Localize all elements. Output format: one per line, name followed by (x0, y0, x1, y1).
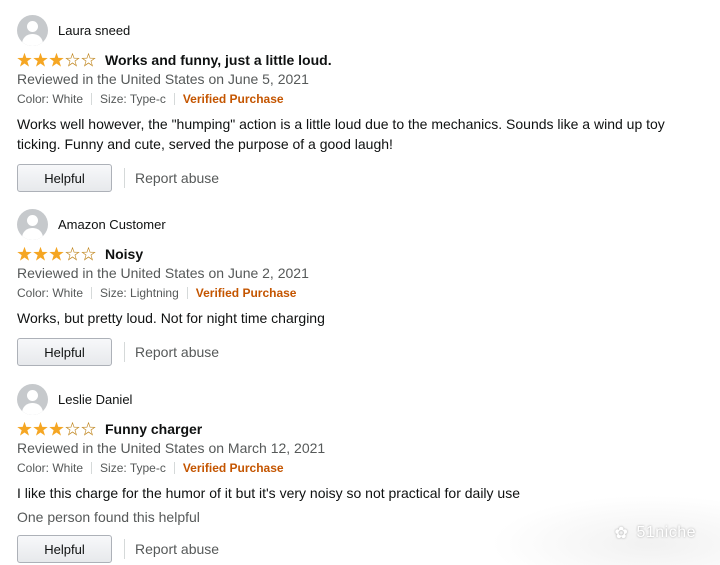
verified-purchase-badge: Verified Purchase (195, 286, 297, 300)
star-empty-icon (81, 53, 96, 68)
variant-size[interactable]: Size: Lightning (100, 286, 179, 300)
star-empty-icon (81, 247, 96, 262)
reviewer-profile[interactable]: Leslie Daniel (17, 383, 717, 415)
star-filled-icon (33, 52, 48, 67)
review-title[interactable]: Noisy (105, 246, 143, 262)
divider (91, 93, 93, 105)
divider (186, 287, 188, 299)
helpful-button[interactable]: Helpful (17, 164, 112, 192)
reviewer-name: Leslie Daniel (58, 391, 133, 407)
report-abuse-link[interactable]: Report abuse (135, 344, 219, 360)
divider (173, 462, 175, 474)
variant-color[interactable]: Color: White (17, 286, 83, 300)
divider (173, 93, 175, 105)
divider (91, 287, 93, 299)
review-body: Works, but pretty loud. Not for night ti… (17, 310, 325, 326)
star-filled-icon (49, 52, 64, 67)
divider (124, 539, 125, 559)
review-body: Works well however, the "humping" action… (17, 116, 665, 152)
avatar (17, 14, 48, 46)
verified-purchase-badge: Verified Purchase (182, 461, 284, 475)
star-rating[interactable] (17, 52, 96, 68)
review: Laura sneed Works and funny, just a litt… (17, 14, 717, 192)
reviewer-profile[interactable]: Amazon Customer (17, 208, 717, 240)
divider (124, 342, 125, 362)
review-date: Reviewed in the United States on March 1… (17, 440, 326, 456)
variant-color[interactable]: Color: White (17, 461, 83, 475)
star-filled-icon (17, 421, 32, 436)
review-title[interactable]: Works and funny, just a little loud. (105, 52, 332, 68)
avatar (17, 208, 48, 240)
star-empty-icon (65, 247, 80, 262)
star-empty-icon (65, 53, 80, 68)
helpful-button[interactable]: Helpful (17, 535, 112, 563)
star-filled-icon (49, 246, 64, 261)
review-title[interactable]: Funny charger (105, 421, 202, 437)
review-date: Reviewed in the United States on June 2,… (17, 265, 309, 281)
divider (124, 168, 125, 188)
variant-size[interactable]: Size: Type-c (100, 461, 166, 475)
reviewer-name: Amazon Customer (58, 216, 166, 232)
divider (91, 462, 93, 474)
reviewer-profile[interactable]: Laura sneed (17, 14, 717, 46)
star-filled-icon (17, 246, 32, 261)
report-abuse-link[interactable]: Report abuse (135, 170, 219, 186)
review: Amazon Customer Noisy Reviewed in the Un… (17, 208, 717, 366)
star-empty-icon (65, 422, 80, 437)
verified-purchase-badge: Verified Purchase (182, 92, 284, 106)
star-filled-icon (17, 52, 32, 67)
star-filled-icon (33, 246, 48, 261)
star-filled-icon (49, 421, 64, 436)
reviewer-name: Laura sneed (58, 22, 131, 38)
watermark-text: 51niche (636, 524, 696, 541)
watermark: ✿ 51niche (615, 523, 696, 543)
star-rating[interactable] (17, 246, 96, 262)
review-date: Reviewed in the United States on June 5,… (17, 71, 309, 87)
variant-color[interactable]: Color: White (17, 92, 83, 106)
star-filled-icon (33, 421, 48, 436)
helpful-button[interactable]: Helpful (17, 338, 112, 366)
wechat-icon: ✿ (614, 525, 629, 542)
avatar (17, 383, 48, 415)
report-abuse-link[interactable]: Report abuse (135, 541, 219, 557)
star-rating[interactable] (17, 421, 96, 437)
variant-size[interactable]: Size: Type-c (100, 92, 166, 106)
star-empty-icon (81, 422, 96, 437)
